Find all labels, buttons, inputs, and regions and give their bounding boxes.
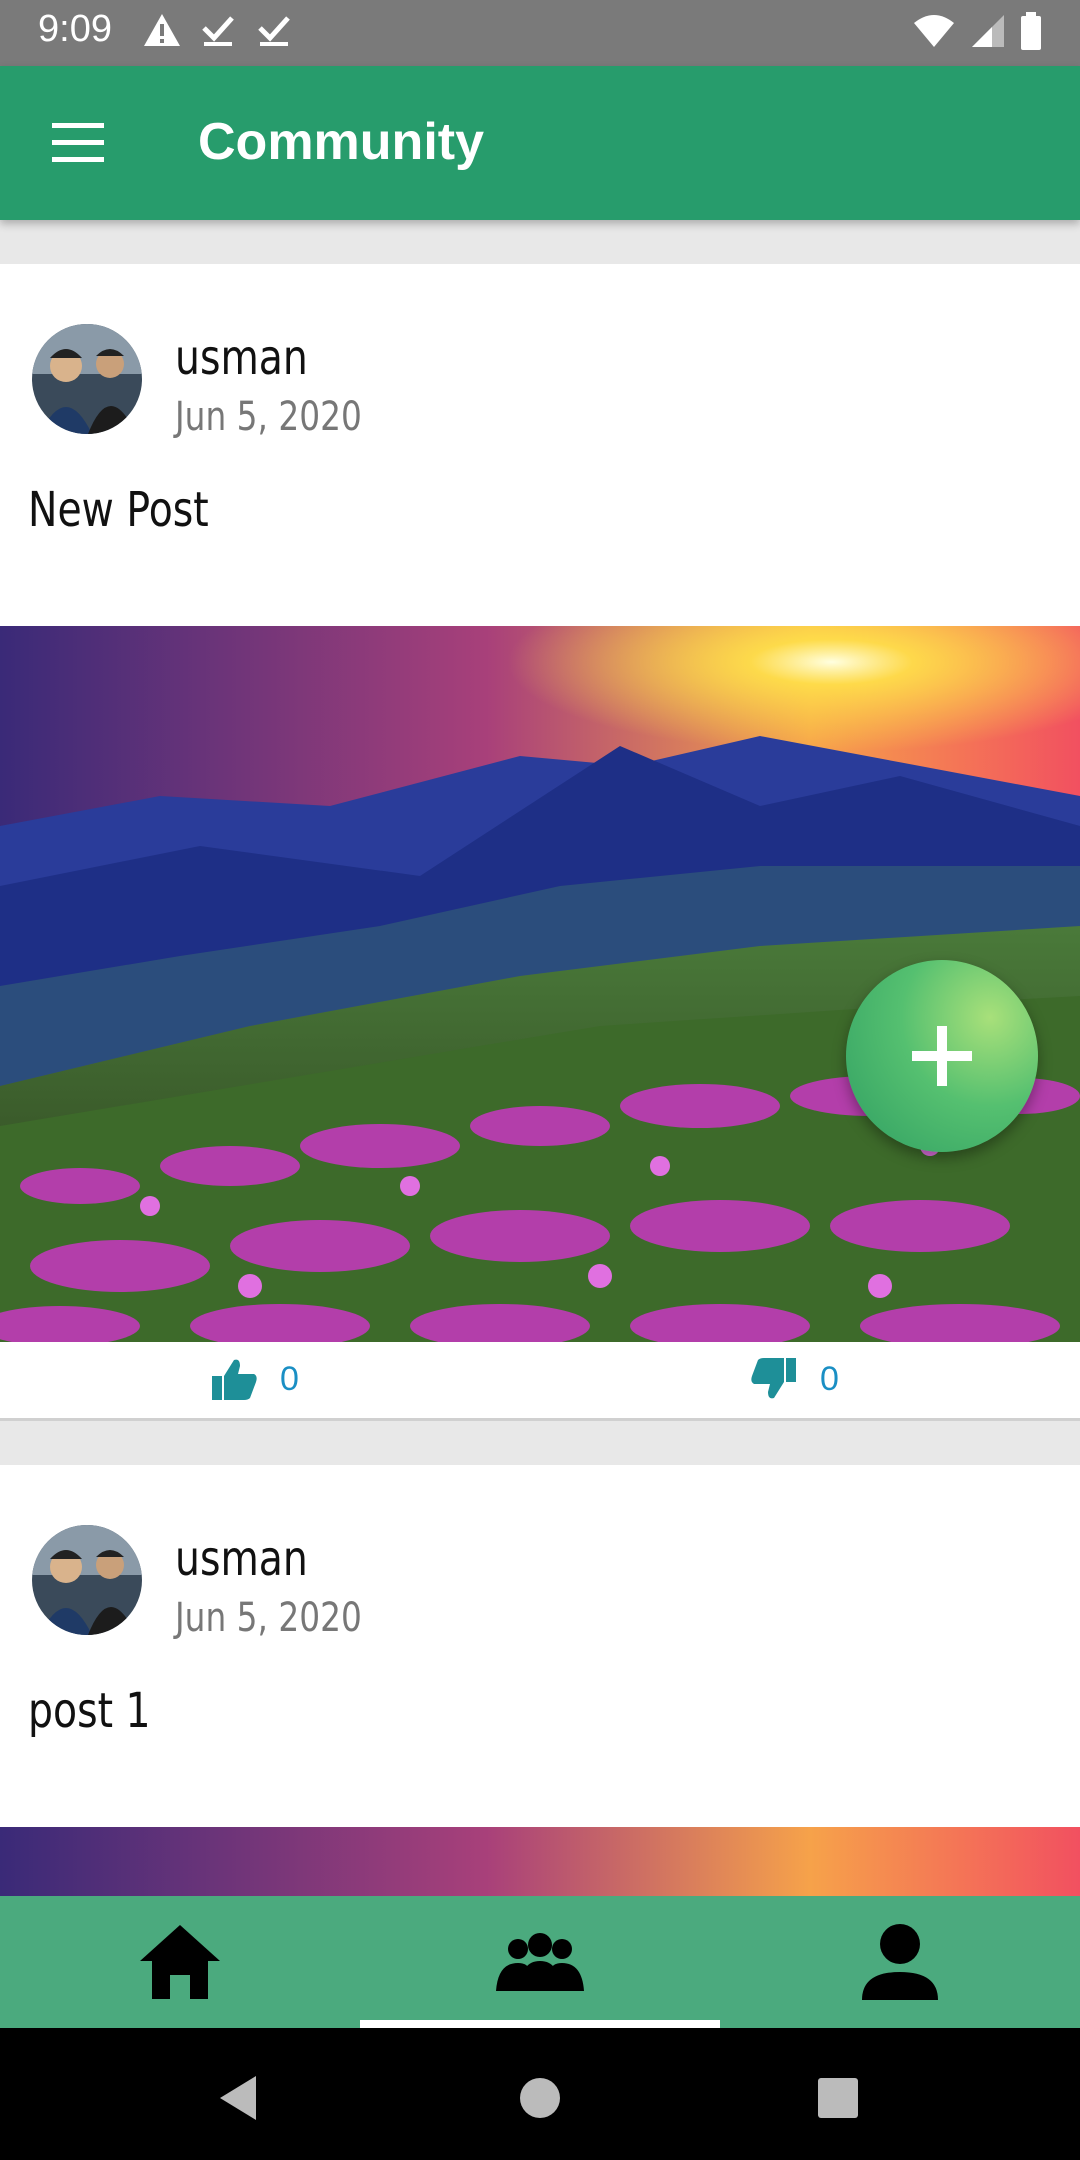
home-circle-icon[interactable] [510,2068,570,2128]
dislike-count: 0 [820,1359,839,1398]
post-header: usman Jun 5, 2020 New Post [0,264,1080,538]
bottom-navigation [0,1896,1080,2028]
like-count: 0 [280,1359,299,1398]
selected-tab-indicator [360,2020,720,2028]
home-icon [140,1925,220,1999]
avatar[interactable] [32,1525,142,1635]
status-bar: 9:09 [0,0,1080,66]
post-card: usman Jun 5, 2020 post 1 [0,1465,1080,1947]
like-button[interactable]: 0 [210,1356,299,1402]
dislike-button[interactable]: 0 [750,1356,839,1402]
add-post-button[interactable] [846,960,1038,1152]
post-card: usman Jun 5, 2020 New Post 0 0 [0,264,1080,1421]
avatar[interactable] [32,324,142,434]
profile-icon [862,1924,938,2000]
cell-signal-icon [972,15,1004,47]
back-icon[interactable] [210,2068,270,2128]
status-time: 9:09 [38,8,112,50]
thumbs-down-icon [751,1358,796,1399]
thumbs-up-icon [212,1359,257,1400]
download-done-icon [202,16,234,46]
plus-icon [912,1026,972,1086]
post-date: Jun 5, 2020 [175,1595,362,1641]
post-actions: 0 0 [0,1342,1080,1418]
wifi-icon [914,15,954,47]
app-bar: Community [0,66,1080,220]
nav-profile[interactable] [720,1896,1080,2028]
battery-icon [1021,12,1041,50]
post-text: post 1 [28,1683,151,1739]
post-header: usman Jun 5, 2020 post 1 [0,1465,1080,1739]
page-title: Community [198,113,484,171]
warning-icon [144,14,180,46]
nav-community[interactable] [360,1896,720,2028]
menu-icon[interactable] [44,119,112,167]
post-username[interactable]: usman [175,1531,308,1587]
post-date: Jun 5, 2020 [175,394,362,440]
nav-home[interactable] [0,1896,360,2028]
community-icon [496,1933,584,1991]
system-navigation-bar [0,2028,1080,2160]
post-text: New Post [28,482,209,538]
post-username[interactable]: usman [175,330,308,386]
download-done-icon [258,16,290,46]
recents-icon[interactable] [808,2068,868,2128]
